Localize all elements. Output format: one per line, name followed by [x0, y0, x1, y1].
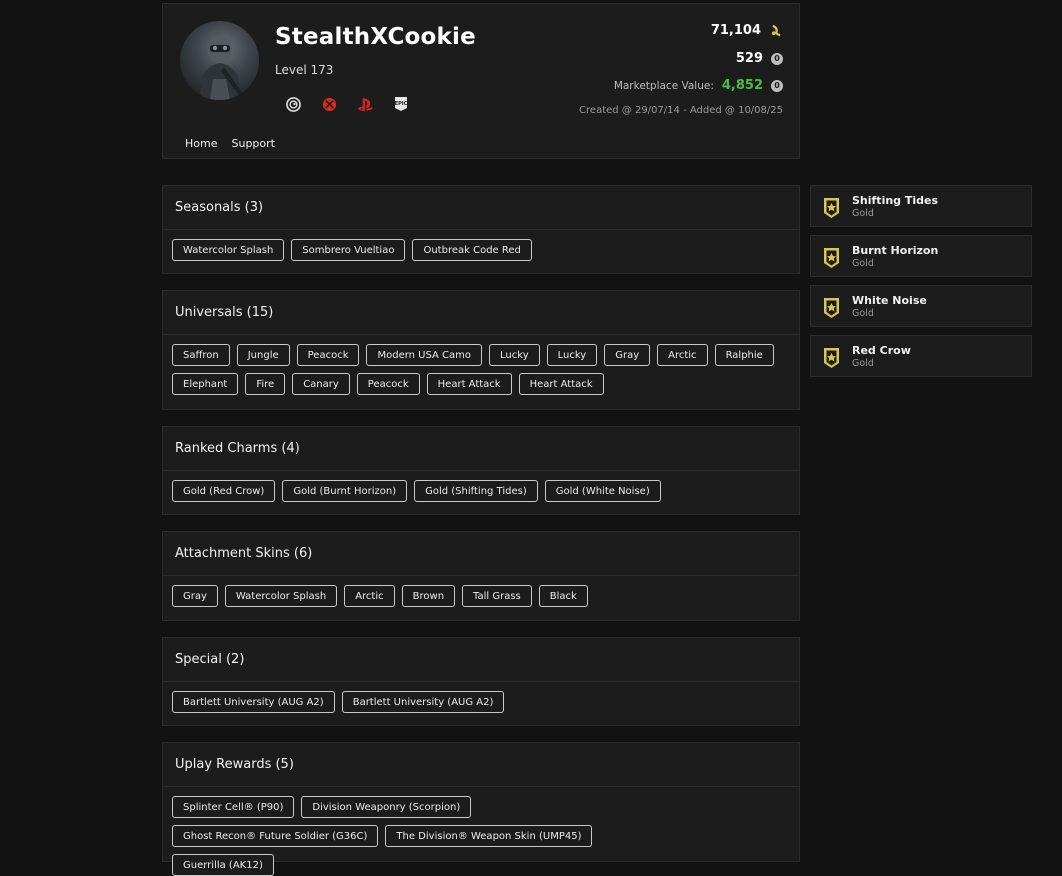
item-tag[interactable]: Jungle	[236, 344, 290, 366]
gold-rank-icon	[823, 297, 840, 323]
item-tag[interactable]: Modern USA Camo	[366, 344, 483, 366]
rank-tier: Gold	[852, 258, 874, 269]
rank-season-name: White Noise	[852, 294, 927, 307]
username: StealthXCookie	[275, 24, 476, 50]
item-tag[interactable]: Gold (Burnt Horizon)	[282, 480, 408, 502]
item-tag[interactable]: Bartlett University (AUG A2)	[341, 691, 505, 713]
renown-value: 71,104	[710, 23, 761, 38]
ubisoft-icon[interactable]	[284, 95, 302, 113]
item-tag[interactable]: Arctic	[344, 585, 395, 607]
rank-tier: Gold	[852, 208, 874, 219]
playstation-icon[interactable]	[356, 95, 374, 113]
credits-value: 529	[735, 51, 763, 66]
tag-list: Splinter Cell® (P90) Division Weaponry (…	[163, 787, 672, 876]
section-title: Attachment Skins (6)	[163, 532, 799, 576]
marketplace-stat: Marketplace Value: 4,852 0	[614, 78, 783, 93]
rank-season-item[interactable]: Shifting Tides Gold	[810, 185, 1032, 227]
rank-season-item[interactable]: Burnt Horizon Gold	[810, 235, 1032, 277]
item-tag[interactable]: Lucky	[546, 344, 598, 366]
item-tag[interactable]: Saffron	[172, 344, 230, 366]
profile-nav: Home Support	[185, 137, 275, 150]
nav-support[interactable]: Support	[231, 137, 274, 150]
gold-rank-icon	[823, 347, 840, 373]
player-level: Level 173	[275, 63, 334, 77]
item-tag[interactable]: Ghost Recon® Future Soldier (G36C)	[172, 825, 379, 847]
rank-season-name: Red Crow	[852, 344, 911, 357]
xbox-icon[interactable]	[320, 95, 338, 113]
renown-stat: 71,104	[711, 23, 783, 38]
item-tag[interactable]: Ralphie	[714, 344, 774, 366]
item-tag[interactable]: Watercolor Splash	[172, 239, 285, 261]
item-tag[interactable]: Watercolor Splash	[224, 585, 338, 607]
section-universals: Universals (15) Saffron Jungle Peacock M…	[162, 290, 800, 410]
marketplace-value: 4,852	[721, 78, 763, 93]
marketplace-label: Marketplace Value:	[613, 79, 714, 92]
account-dates: Created @ 29/07/14 - Added @ 10/08/25	[579, 105, 783, 116]
tag-list: Gold (Red Crow) Gold (Burnt Horizon) Gol…	[163, 471, 799, 502]
rank-tier: Gold	[852, 308, 874, 319]
item-tag[interactable]: Gray	[604, 344, 651, 366]
rank-season-name: Shifting Tides	[852, 194, 939, 207]
item-tag[interactable]: Elephant	[172, 373, 239, 395]
section-title: Uplay Rewards (5)	[163, 743, 799, 787]
avatar	[180, 21, 259, 100]
item-tag[interactable]: Gray	[172, 585, 218, 607]
item-tag[interactable]: The Division® Weapon Skin (UMP45)	[385, 825, 593, 847]
section-title: Ranked Charms (4)	[163, 427, 799, 471]
item-tag[interactable]: Outbreak Code Red	[412, 239, 532, 261]
item-tag[interactable]: Sombrero Vueltiao	[291, 239, 406, 261]
section-title: Special (2)	[163, 638, 799, 682]
profile-card: StealthXCookie Level 173 EPIC Home Suppo…	[162, 3, 800, 159]
item-tag[interactable]: Division Weaponry (Scorpion)	[301, 796, 472, 818]
item-tag[interactable]: Gold (Red Crow)	[172, 480, 276, 502]
svg-text:EPIC: EPIC	[395, 101, 408, 107]
tag-list: Bartlett University (AUG A2) Bartlett Un…	[163, 682, 799, 713]
item-tag[interactable]: Gold (White Noise)	[544, 480, 661, 502]
tag-list: Saffron Jungle Peacock Modern USA Camo L…	[163, 335, 777, 395]
renown-icon	[769, 24, 783, 38]
r6-credits-icon: 0	[771, 79, 783, 92]
item-tag[interactable]: Brown	[401, 585, 456, 607]
item-tag[interactable]: Fire	[245, 373, 286, 395]
section-special: Special (2) Bartlett University (AUG A2)…	[162, 637, 800, 726]
platform-links: EPIC	[284, 95, 410, 113]
item-tag[interactable]: Peacock	[296, 344, 360, 366]
item-tag[interactable]: Peacock	[356, 373, 420, 395]
item-tag[interactable]: Gold (Shifting Tides)	[414, 480, 538, 502]
item-tag[interactable]: Canary	[292, 373, 350, 395]
tag-list: Gray Watercolor Splash Arctic Brown Tall…	[163, 576, 799, 607]
item-tag[interactable]: Heart Attack	[518, 373, 604, 395]
epic-icon[interactable]: EPIC	[392, 95, 410, 113]
rank-season-name: Burnt Horizon	[852, 244, 939, 257]
nav-home[interactable]: Home	[185, 137, 217, 150]
gold-rank-icon	[823, 247, 840, 273]
item-tag[interactable]: Tall Grass	[462, 585, 532, 607]
section-attachment-skins: Attachment Skins (6) Gray Watercolor Spl…	[162, 531, 800, 621]
item-tag[interactable]: Black	[538, 585, 588, 607]
section-seasonals: Seasonals (3) Watercolor Splash Sombrero…	[162, 185, 800, 274]
item-tag[interactable]: Guerrilla (AK12)	[172, 854, 274, 876]
rank-tier: Gold	[852, 358, 874, 369]
item-tag[interactable]: Lucky	[489, 344, 540, 366]
gold-rank-icon	[823, 197, 840, 223]
rank-season-item[interactable]: Red Crow Gold	[810, 335, 1032, 377]
credits-stat: 529 0	[736, 51, 783, 66]
tag-list: Watercolor Splash Sombrero Vueltiao Outb…	[163, 230, 799, 261]
section-title: Universals (15)	[163, 291, 799, 335]
section-title: Seasonals (3)	[163, 186, 799, 230]
item-tag[interactable]: Bartlett University (AUG A2)	[172, 691, 335, 713]
item-tag[interactable]: Arctic	[657, 344, 708, 366]
rank-season-item[interactable]: White Noise Gold	[810, 285, 1032, 327]
item-tag[interactable]: Splinter Cell® (P90)	[172, 796, 295, 818]
item-tag[interactable]: Heart Attack	[426, 373, 512, 395]
section-uplay-rewards: Uplay Rewards (5) Splinter Cell® (P90) D…	[162, 742, 800, 876]
section-ranked-charms: Ranked Charms (4) Gold (Red Crow) Gold (…	[162, 426, 800, 515]
r6-credits-icon: 0	[771, 52, 783, 65]
